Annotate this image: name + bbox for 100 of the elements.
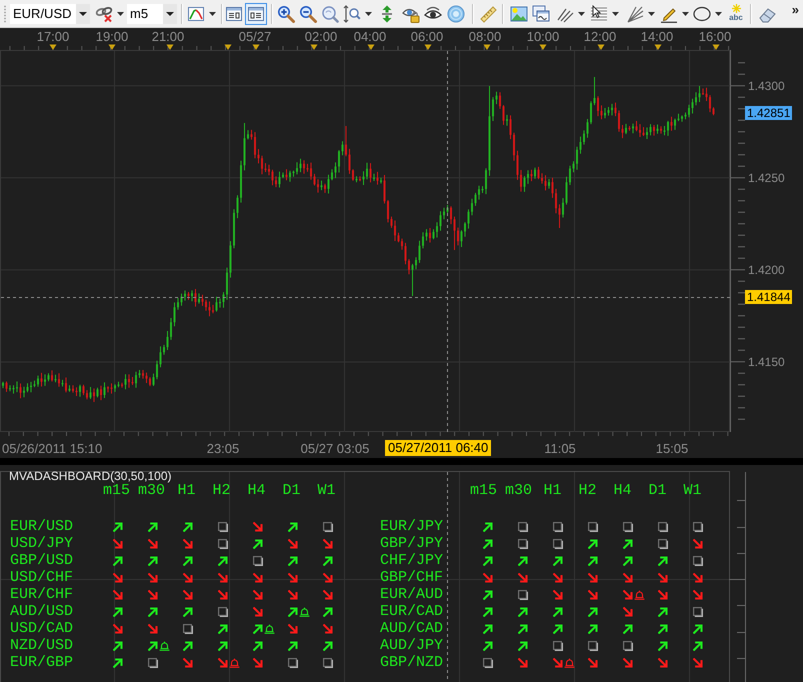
arrow-up-right-icon xyxy=(288,606,298,616)
time-axis-label: 11:05 xyxy=(544,442,576,456)
symbol-dropdown[interactable]: EUR/USD xyxy=(10,4,90,24)
arrow-down-right-icon xyxy=(622,590,632,600)
arrow-down-right-icon xyxy=(552,658,562,668)
column-header: D1 xyxy=(647,482,668,499)
currency-pair-label: EUR/JPY xyxy=(380,518,444,535)
time-axis-label: 21:00 xyxy=(152,30,184,44)
time-axis-label: 05/26/2011 15:10 xyxy=(2,442,102,456)
cursor-price-label: 1.41844 xyxy=(745,290,792,304)
column-header: m30 xyxy=(505,482,534,499)
time-marker-icon xyxy=(424,44,432,50)
zoom-in-icon[interactable] xyxy=(277,4,295,22)
currency-pair-label: USD/CAD xyxy=(10,620,74,637)
time-marker-icon xyxy=(598,44,604,50)
column-header: D1 xyxy=(281,482,302,499)
caret-down-icon[interactable] xyxy=(166,12,174,16)
time-axis-label: 08:00 xyxy=(468,30,502,44)
caret-down-icon[interactable] xyxy=(612,12,619,16)
view-toggle-button[interactable] xyxy=(245,2,267,24)
sparkle-icon xyxy=(732,4,740,12)
column-header: H1 xyxy=(176,482,196,499)
ellipse-icon[interactable] xyxy=(693,4,711,22)
time-marker-icon xyxy=(540,44,546,50)
caret-down-icon[interactable] xyxy=(365,12,372,16)
time-axis-label: 05/27 03:05 xyxy=(300,442,370,456)
time-axis-label: 15:05 xyxy=(656,442,688,456)
time-axis-label: 04:00 xyxy=(354,30,386,44)
column-header: m15 xyxy=(470,482,498,499)
currency-pair-label: EUR/USD xyxy=(10,518,74,535)
window-lines-right-icon xyxy=(248,6,264,20)
price-axis-label: 1.4200 xyxy=(748,262,785,277)
sphere-icon[interactable] xyxy=(447,4,465,22)
column-header: H1 xyxy=(542,482,562,499)
time-marker-icon xyxy=(252,44,260,50)
toolbar-overflow-button[interactable]: » xyxy=(792,3,799,17)
time-axis-label: 02:00 xyxy=(304,30,338,44)
currency-pair-label: EUR/CHF xyxy=(10,586,74,603)
currency-pair-label: USD/CHF xyxy=(10,569,74,586)
currency-pair-label: GBP/CHF xyxy=(380,569,444,586)
toolbar-grip-icon[interactable] xyxy=(3,4,7,22)
chart-window-icon[interactable] xyxy=(532,4,550,22)
currency-pair-label: GBP/JPY xyxy=(380,535,444,552)
time-marker-icon xyxy=(654,44,662,50)
time-axis-label: 17:00 xyxy=(36,30,70,44)
arrow-up-right-icon xyxy=(252,624,262,634)
currency-pair-label: AUD/USD xyxy=(10,603,74,620)
window-lines-left-icon xyxy=(226,6,242,20)
price-axis-label: 1.4250 xyxy=(748,170,785,185)
currency-pair-label: EUR/AUD xyxy=(380,586,444,603)
currency-pair-label: GBP/NZD xyxy=(380,654,444,671)
timeframe-dropdown[interactable]: m5 xyxy=(127,4,177,24)
currency-pair-label: AUD/JPY xyxy=(380,637,444,654)
zoom-out-icon[interactable] xyxy=(299,4,317,22)
time-marker-icon xyxy=(224,44,232,50)
ruler-icon[interactable] xyxy=(479,4,497,22)
time-marker-icon xyxy=(166,44,174,50)
time-axis-label: 19:00 xyxy=(96,30,128,44)
column-header: H4 xyxy=(612,482,632,499)
currency-pair-label: USD/JPY xyxy=(10,535,74,552)
column-header: H2 xyxy=(211,482,232,499)
line-chart-icon[interactable] xyxy=(187,4,205,22)
column-header: m15 xyxy=(102,482,130,499)
caret-down-icon[interactable] xyxy=(578,12,585,16)
currency-pair-label: EUR/CAD xyxy=(380,603,444,620)
cursor-time-label: 05/27/2011 06:40 xyxy=(385,440,492,456)
time-marker-icon xyxy=(368,44,374,50)
time-axis-label: 14:00 xyxy=(640,30,674,44)
arrow-down-right-icon xyxy=(218,658,228,668)
time-marker-icon xyxy=(310,44,318,50)
time-axis-label: 12:00 xyxy=(584,30,616,44)
currency-pair-label: CHF/JPY xyxy=(380,552,444,569)
caret-down-icon[interactable] xyxy=(648,12,655,16)
indicator-title: MVADASHBOARD(30,50,100) xyxy=(9,470,172,482)
caret-down-icon[interactable] xyxy=(715,12,722,16)
text-tool-button[interactable]: abc xyxy=(726,4,746,24)
caret-down-icon[interactable] xyxy=(79,12,87,16)
currency-pair-label: GBP/USD xyxy=(10,552,74,569)
column-header: m30 xyxy=(138,482,165,499)
unlink-icon[interactable] xyxy=(95,4,113,22)
time-axis-label: 05/27 xyxy=(238,30,272,44)
price-axis-label: 1.4300 xyxy=(748,78,785,93)
picture-icon[interactable] xyxy=(510,4,528,22)
currency-pair-label: NZD/USD xyxy=(10,637,74,654)
current-price-label: 1.42851 xyxy=(745,106,792,120)
time-axis-label: 23:05 xyxy=(206,442,240,456)
time-axis-label: 16:00 xyxy=(698,30,732,44)
time-marker-icon xyxy=(108,44,116,50)
fan-lines-icon[interactable] xyxy=(626,4,644,22)
cursor-lines-icon[interactable] xyxy=(590,4,608,22)
column-header: W1 xyxy=(682,482,702,499)
caret-down-icon[interactable] xyxy=(682,12,689,16)
currency-pair-label: EUR/GBP xyxy=(10,654,74,671)
caret-down-icon[interactable] xyxy=(117,12,124,16)
arrow-up-right-icon xyxy=(148,640,158,650)
time-axis-label: 10:00 xyxy=(526,30,560,44)
caret-down-icon[interactable] xyxy=(209,12,216,16)
time-marker-icon xyxy=(484,44,490,50)
column-header: W1 xyxy=(316,482,336,499)
vertical-zoom-icon[interactable] xyxy=(343,4,361,22)
